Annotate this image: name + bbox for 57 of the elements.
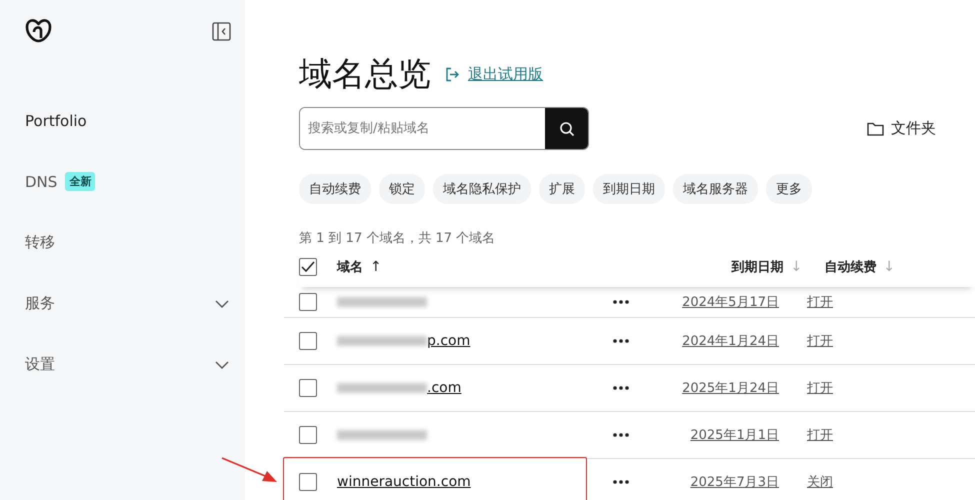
page-title: 域名总览 xyxy=(299,52,431,94)
row-checkbox[interactable] xyxy=(299,293,317,311)
auto-renew-link[interactable]: 打开 xyxy=(807,426,833,444)
auto-renew-link[interactable]: 打开 xyxy=(807,293,833,311)
sidebar-item[interactable]: DNS 全新 xyxy=(25,151,231,212)
filter-chip[interactable]: 域名隐私保护 xyxy=(433,174,531,204)
expiry-date-link[interactable]: 2025年7月3日 xyxy=(629,473,779,491)
expiry-date-link[interactable]: 2025年1月24日 xyxy=(629,379,779,397)
auto-renew-link[interactable]: 关闭 xyxy=(807,473,833,491)
more-options-icon[interactable] xyxy=(613,300,629,304)
sidebar-item[interactable]: Portfolio xyxy=(25,90,231,151)
sidebar-item[interactable]: 转移 xyxy=(25,212,231,273)
filter-chip[interactable]: 更多 xyxy=(766,174,812,204)
logo-icon xyxy=(25,18,52,44)
folder-button[interactable]: 文件夹 xyxy=(861,118,942,139)
nav-label: 服务 xyxy=(25,294,55,313)
more-options-icon[interactable] xyxy=(613,480,629,484)
expiry-date-link[interactable]: 2025年1月1日 xyxy=(629,426,779,444)
filter-chip[interactable]: 自动续费 xyxy=(299,174,371,204)
collapse-sidebar-icon[interactable] xyxy=(212,22,231,40)
expiry-date-link[interactable]: 2024年1月24日 xyxy=(629,332,779,350)
domain-link[interactable]: p.com xyxy=(427,333,470,349)
search-field[interactable]: 搜索或复制/粘贴域名 xyxy=(299,107,589,150)
nav-label: DNS xyxy=(25,172,58,190)
select-all-checkbox[interactable] xyxy=(299,258,317,276)
sort-arrow[interactable]: ↑ xyxy=(370,259,382,275)
result-count: 第 1 到 17 个域名，共 17 个域名 xyxy=(299,230,496,247)
more-options-icon[interactable] xyxy=(613,386,629,390)
row-checkbox[interactable] xyxy=(299,473,317,491)
row-checkbox[interactable] xyxy=(299,426,317,444)
more-options-icon[interactable] xyxy=(613,433,629,437)
filter-chip[interactable]: 域名服务器 xyxy=(673,174,758,204)
search-button[interactable] xyxy=(545,108,588,149)
auto-renew-link[interactable]: 打开 xyxy=(807,332,833,350)
exit-icon xyxy=(445,66,460,82)
filter-chip[interactable]: 锁定 xyxy=(379,174,425,204)
filter-chip[interactable]: 到期日期 xyxy=(593,174,665,204)
new-badge: 全新 xyxy=(65,172,96,191)
nav-label: Portfolio xyxy=(25,112,87,130)
nav-label: 设置 xyxy=(25,355,55,374)
domain-link[interactable]: winnerauction.com xyxy=(337,474,471,490)
search-icon xyxy=(558,120,574,136)
expiry-date-link[interactable]: 2024年5月17日 xyxy=(629,293,779,311)
column-header[interactable]: 自动续费 xyxy=(824,258,876,276)
more-options-icon[interactable] xyxy=(613,339,629,343)
folder-icon xyxy=(867,122,884,136)
domain-link[interactable]: .com xyxy=(427,380,462,396)
column-header[interactable]: 到期日期 xyxy=(732,258,784,276)
column-header[interactable]: 域名 xyxy=(337,258,363,276)
sidebar-item[interactable]: 服务 xyxy=(25,273,231,334)
exit-trial-link[interactable]: 退出试用版 xyxy=(468,64,543,84)
nav-label: 转移 xyxy=(25,233,55,252)
sidebar-item[interactable]: 设置 xyxy=(25,334,231,395)
filter-chip[interactable]: 扩展 xyxy=(539,174,585,204)
row-checkbox[interactable] xyxy=(299,379,317,397)
auto-renew-link[interactable]: 打开 xyxy=(807,379,833,397)
row-checkbox[interactable] xyxy=(299,332,317,350)
